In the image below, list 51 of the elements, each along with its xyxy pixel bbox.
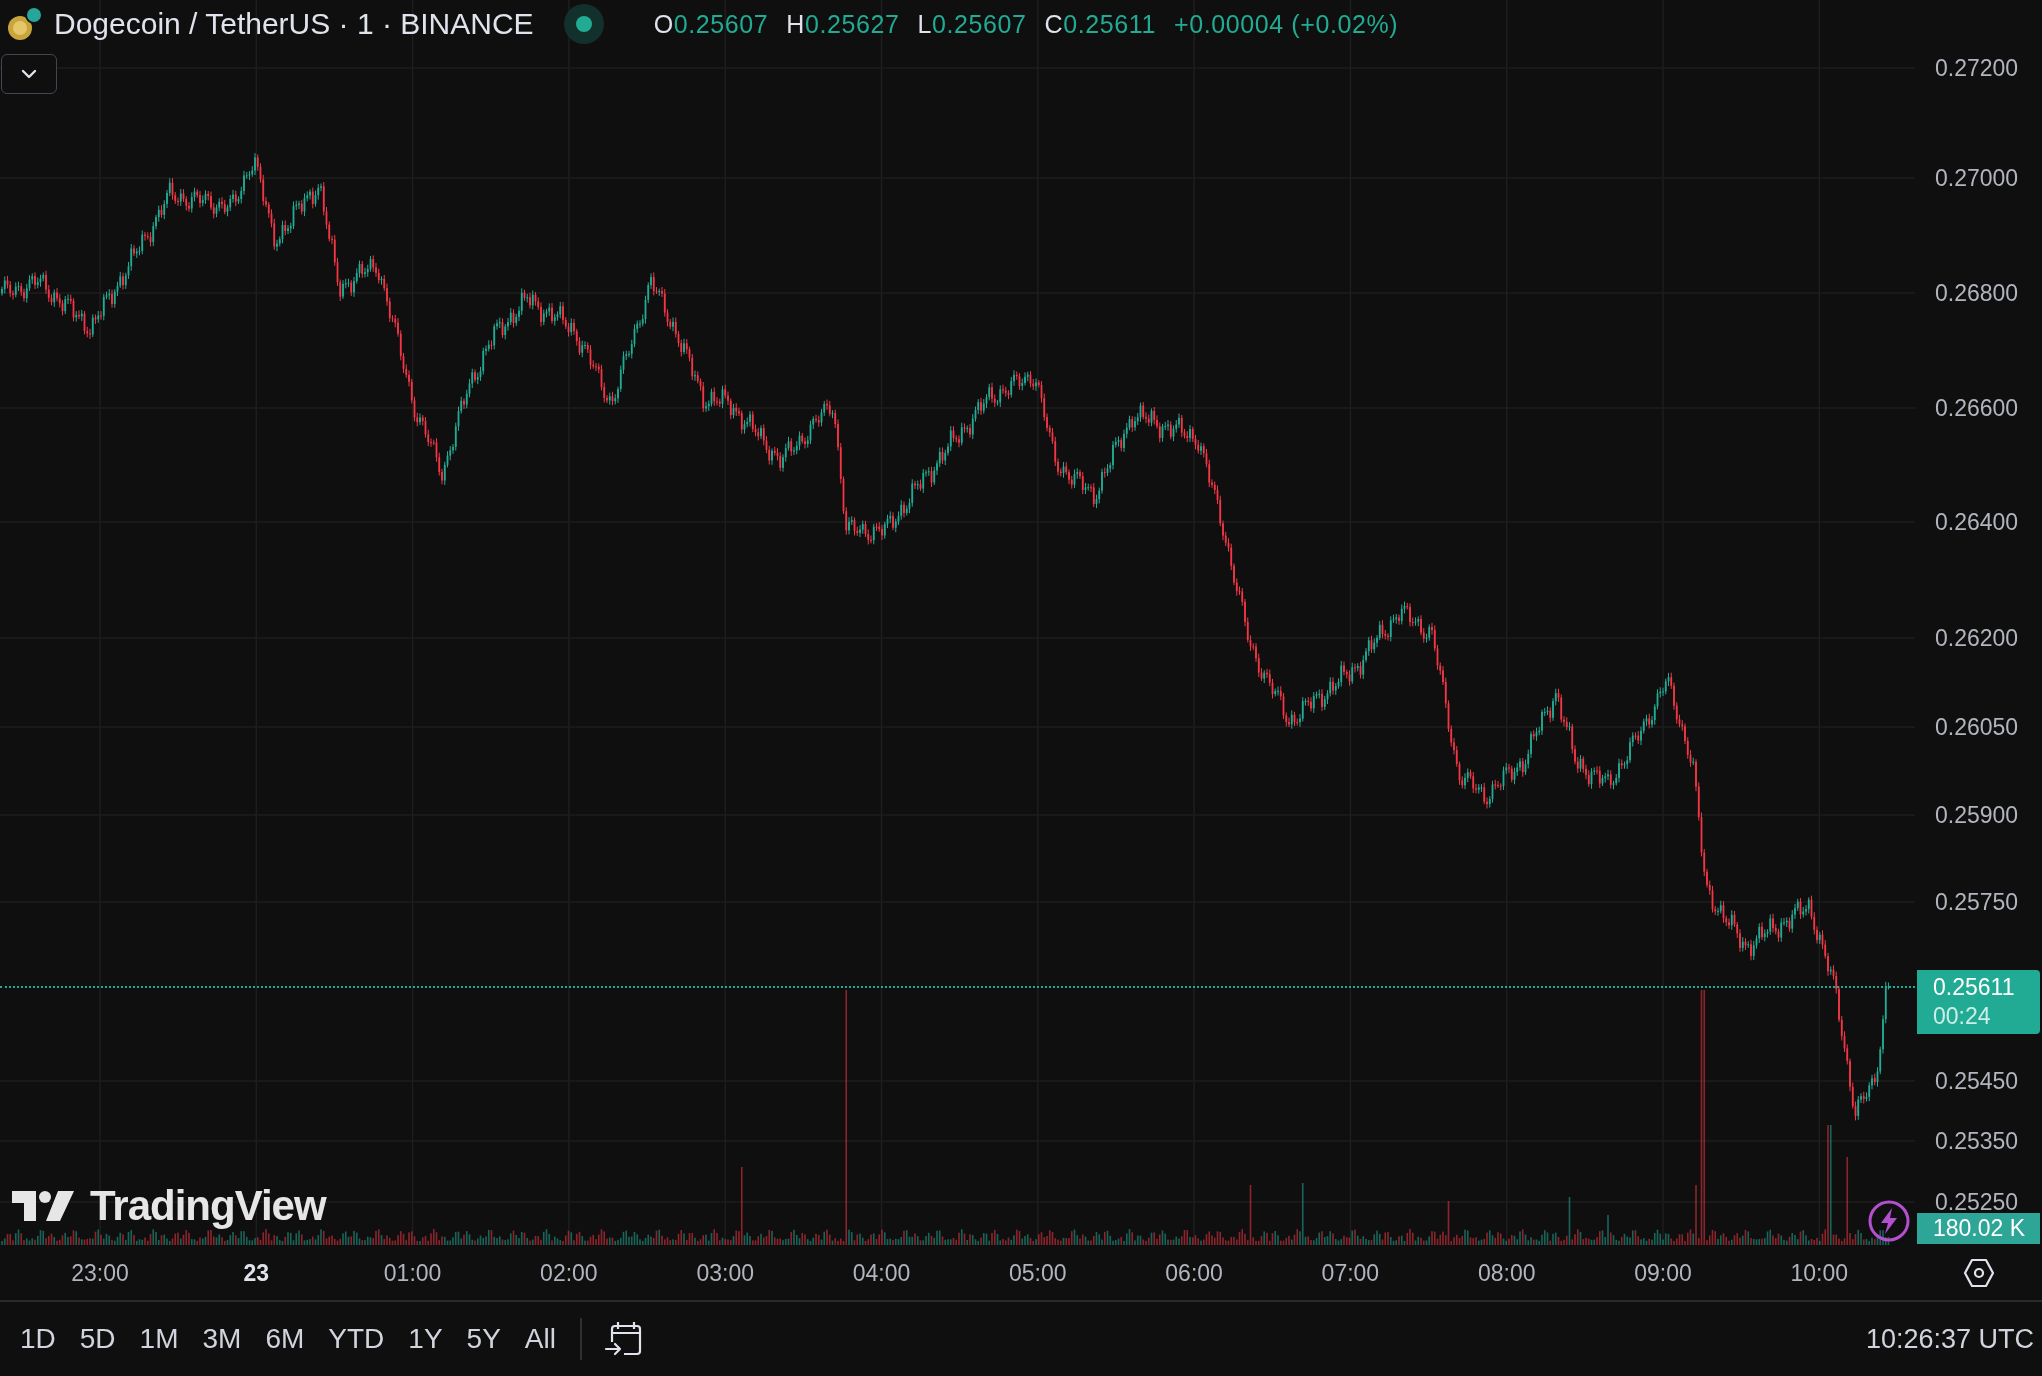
time-label: 01:00 [383, 1259, 442, 1286]
time-label: 09:00 [1634, 1259, 1692, 1286]
price-label: 0.25450 [1935, 1067, 2019, 1095]
range-button[interactable]: 5D [67, 1317, 128, 1361]
range-button[interactable]: 1D [8, 1317, 68, 1361]
price-label: 0.26400 [1935, 508, 2019, 536]
ohlc-value: O0.25607 [653, 9, 769, 39]
range-button[interactable]: YTD [316, 1317, 397, 1361]
chevron-down-icon [20, 68, 38, 80]
time-label: 02:00 [540, 1259, 598, 1286]
coin-icon [6, 6, 44, 42]
range-button[interactable]: 1M [127, 1317, 191, 1361]
price-label: 0.26200 [1935, 624, 2019, 652]
time-label: 03:00 [696, 1259, 754, 1286]
range-button[interactable]: 1Y [396, 1317, 455, 1361]
candle-countdown: 00:24 [1933, 1003, 1992, 1030]
price-label: 0.27000 [1935, 164, 2019, 192]
price-label: 0.26050 [1935, 713, 2019, 741]
current-price: 0.25611 [1933, 974, 2016, 1001]
price-label: 0.26600 [1935, 394, 2019, 422]
price-change: +0.00004 (+0.02%) [1173, 9, 1399, 39]
clock: 10:26:37 UTC [1865, 1323, 2034, 1355]
price-label: 0.25350 [1935, 1127, 2019, 1155]
range-button[interactable]: 6M [253, 1317, 317, 1361]
time-label: 04:00 [852, 1259, 911, 1286]
time-label: 23:00 [71, 1259, 129, 1286]
calendar-arrow-icon [603, 1320, 642, 1358]
settings-icon[interactable] [1962, 1257, 1995, 1288]
time-label: 07:00 [1321, 1259, 1380, 1286]
price-label: 0.27200 [1935, 54, 2019, 82]
symbol-title: Dogecoin / TetherUS · 1 · BINANCE [54, 7, 534, 41]
range-button[interactable]: 3M [190, 1317, 254, 1361]
volume-tag: 180.02 K [1917, 1213, 2040, 1244]
time-label: 10:00 [1790, 1259, 1849, 1286]
time-label: 06:00 [1165, 1259, 1223, 1286]
logo-icon [12, 1191, 74, 1221]
range-button[interactable]: All [512, 1317, 568, 1361]
logo-text: TradingView [90, 1182, 326, 1230]
price-label: 0.25250 [1935, 1188, 2019, 1216]
time-label: 05:00 [1009, 1259, 1067, 1286]
ohlc-value: L0.25607 [917, 9, 1027, 39]
ohlc-value: C0.25611 [1044, 9, 1156, 39]
time-label: 08:00 [1477, 1259, 1536, 1286]
time-label: 23 [243, 1259, 270, 1286]
price-label: 0.25750 [1935, 888, 2019, 916]
price-label: 0.26800 [1935, 279, 2019, 307]
lightning-icon[interactable] [1867, 1199, 1911, 1243]
market-status-icon [563, 4, 604, 44]
price-label: 0.25900 [1935, 801, 2019, 829]
ohlc-value: H0.25627 [786, 9, 900, 39]
range-button[interactable]: 5Y [454, 1317, 513, 1361]
